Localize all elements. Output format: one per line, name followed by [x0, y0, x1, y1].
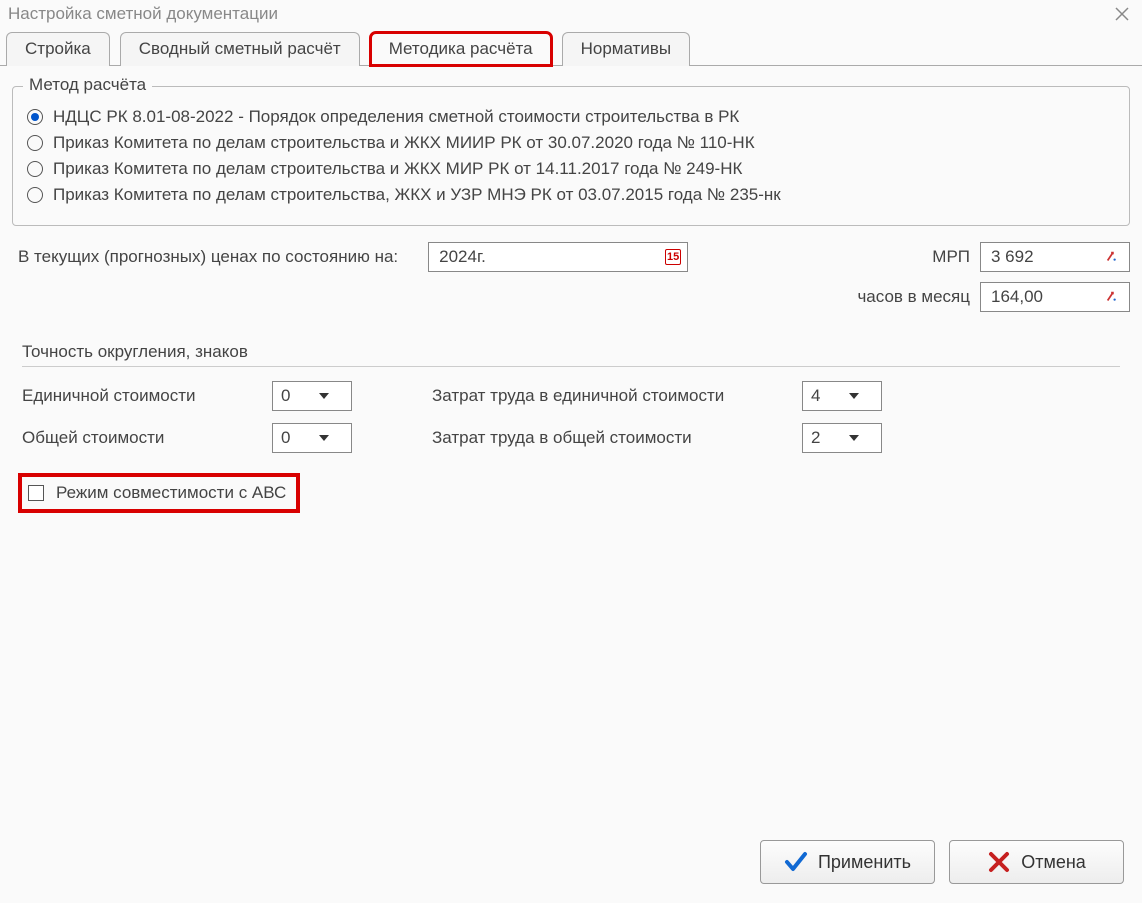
reset-dropdown-icon: [1105, 290, 1123, 304]
rounding-title: Точность округления, знаков: [22, 342, 1130, 362]
total-cost-label: Общей стоимости: [22, 428, 272, 448]
tab-label: Методика расчёта: [389, 39, 533, 58]
chevron-down-icon: [849, 435, 859, 441]
method-fieldset: Метод расчёта НДЦС РК 8.01-08-2022 - Пор…: [12, 86, 1130, 226]
abc-compat-checkbox[interactable]: Режим совместимости с АВС: [22, 477, 296, 509]
checkbox-icon: [28, 485, 44, 501]
button-bar: Применить Отмена: [760, 840, 1124, 884]
radio-icon: [27, 109, 43, 125]
rounding-grid: Единичной стоимости 0 Затрат труда в еди…: [22, 381, 1130, 453]
unit-cost-select[interactable]: 0: [272, 381, 352, 411]
method-legend: Метод расчёта: [23, 75, 152, 95]
mrp-field[interactable]: 3 692: [980, 242, 1130, 272]
calendar-icon: 15: [665, 249, 681, 265]
total-cost-value: 0: [281, 428, 311, 448]
price-date-field[interactable]: 2024г. 15: [428, 242, 688, 272]
tab-label: Сводный сметный расчёт: [139, 39, 341, 58]
radio-icon: [27, 187, 43, 203]
window-title: Настройка сметной документации: [8, 4, 278, 24]
tab-norms[interactable]: Нормативы: [562, 32, 691, 66]
unit-cost-label: Единичной стоимости: [22, 386, 272, 406]
check-icon: [784, 850, 808, 874]
labor-total-select[interactable]: 2: [802, 423, 882, 453]
labor-unit-select[interactable]: 4: [802, 381, 882, 411]
apply-label: Применить: [818, 852, 911, 873]
mrp-label: МРП: [932, 247, 970, 267]
method-option-label: Приказ Комитета по делам строительства и…: [53, 133, 755, 153]
cancel-label: Отмена: [1021, 852, 1086, 873]
abc-compat-label: Режим совместимости с АВС: [56, 483, 286, 503]
method-option-1[interactable]: Приказ Комитета по делам строительства и…: [27, 133, 1115, 153]
method-option-0[interactable]: НДЦС РК 8.01-08-2022 - Порядок определен…: [27, 107, 1115, 127]
tab-panel-methodology: Метод расчёта НДЦС РК 8.01-08-2022 - Пор…: [0, 65, 1142, 898]
divider: [22, 366, 1120, 367]
reset-dropdown-icon: [1105, 250, 1123, 264]
labor-unit-value: 4: [811, 386, 841, 406]
labor-total-label: Затрат труда в общей стоимости: [432, 428, 802, 448]
hours-value: 164,00: [991, 287, 1043, 307]
mrp-value: 3 692: [991, 247, 1034, 267]
method-option-label: Приказ Комитета по делам строительства и…: [53, 159, 742, 179]
titlebar: Настройка сметной документации: [0, 0, 1142, 28]
method-option-2[interactable]: Приказ Комитета по делам строительства и…: [27, 159, 1115, 179]
tab-label: Нормативы: [581, 39, 672, 58]
unit-cost-value: 0: [281, 386, 311, 406]
settings-window: Настройка сметной документации Стройка С…: [0, 0, 1142, 903]
cross-icon: [987, 850, 1011, 874]
method-option-label: НДЦС РК 8.01-08-2022 - Порядок определен…: [53, 107, 739, 127]
method-option-3[interactable]: Приказ Комитета по делам строительства, …: [27, 185, 1115, 205]
radio-icon: [27, 161, 43, 177]
tab-label: Стройка: [25, 39, 91, 58]
total-cost-select[interactable]: 0: [272, 423, 352, 453]
chevron-down-icon: [849, 393, 859, 399]
tabs: Стройка Сводный сметный расчёт Методика …: [0, 32, 1142, 66]
labor-unit-label: Затрат труда в единичной стоимости: [432, 386, 802, 406]
tab-construction[interactable]: Стройка: [6, 32, 110, 66]
radio-icon: [27, 135, 43, 151]
price-date-value: 2024г.: [439, 247, 486, 267]
close-icon[interactable]: [1112, 4, 1132, 24]
chevron-down-icon: [319, 435, 329, 441]
tab-summary-calc[interactable]: Сводный сметный расчёт: [120, 32, 360, 66]
labor-total-value: 2: [811, 428, 841, 448]
method-option-label: Приказ Комитета по делам строительства, …: [53, 185, 781, 205]
tab-methodology[interactable]: Методика расчёта: [370, 32, 552, 66]
cancel-button[interactable]: Отмена: [949, 840, 1124, 884]
apply-button[interactable]: Применить: [760, 840, 935, 884]
chevron-down-icon: [319, 393, 329, 399]
price-date-label: В текущих (прогнозных) ценах по состояни…: [18, 247, 398, 267]
hours-field[interactable]: 164,00: [980, 282, 1130, 312]
hours-label: часов в месяц: [857, 287, 970, 307]
